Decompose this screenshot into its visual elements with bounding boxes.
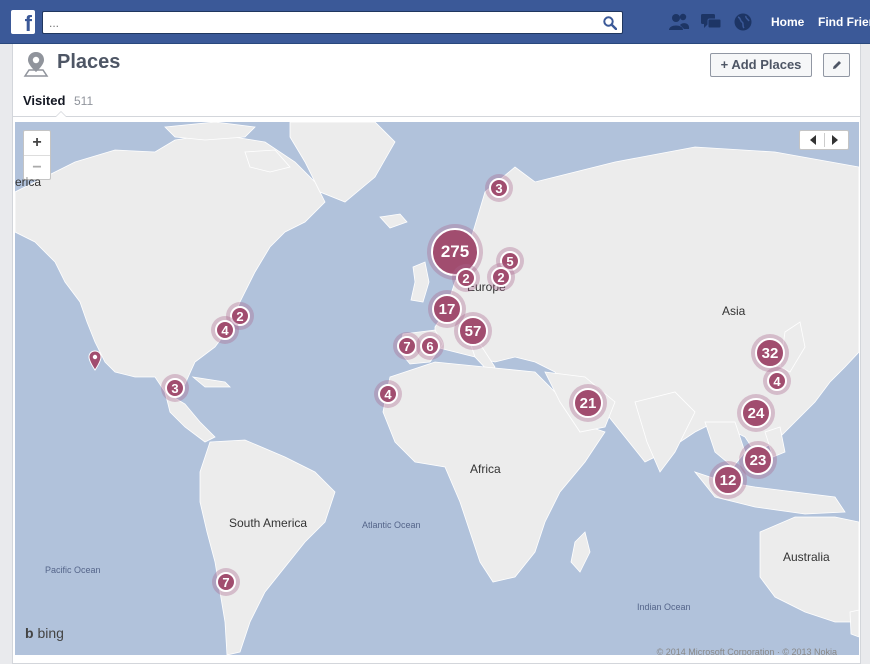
map-cluster[interactable]: 4 [374, 380, 402, 408]
add-places-button[interactable]: + Add Places [710, 53, 812, 77]
active-tab-indicator [55, 111, 67, 117]
label-atlantic-ocean: Atlantic Ocean [362, 520, 421, 530]
label-australia: Australia [783, 550, 830, 564]
label-south-america: South America [229, 516, 308, 530]
pager-divider [824, 133, 825, 147]
map-cluster[interactable]: 7 [212, 568, 240, 596]
bing-icon: b [25, 625, 34, 641]
map-cluster[interactable]: 32 [751, 334, 789, 372]
visited-count: 511 [74, 94, 94, 108]
pencil-icon [832, 61, 841, 69]
zoom-control: + − [23, 130, 51, 180]
top-bar: f Home Find Friends [0, 0, 870, 44]
facebook-logo[interactable]: f [11, 10, 35, 34]
map-cluster[interactable]: 4 [211, 316, 239, 344]
bing-logo: b bing [25, 625, 64, 641]
map-cluster[interactable]: 3 [485, 174, 513, 202]
map-cluster[interactable]: 3 [161, 374, 189, 402]
map-cluster[interactable]: 57 [454, 312, 492, 350]
bing-label: bing [37, 625, 64, 641]
search-box[interactable] [42, 11, 623, 34]
map-cluster[interactable]: 2 [487, 263, 515, 291]
map-cluster[interactable]: 4 [763, 367, 791, 395]
home-link[interactable]: Home [771, 15, 804, 29]
label-africa: Africa [470, 462, 501, 476]
messages-icon[interactable] [700, 12, 722, 32]
map-cluster[interactable]: 2 [452, 264, 480, 292]
map-copyright: © 2014 Microsoft Corporation · © 2013 No… [656, 647, 837, 655]
map-pager [799, 130, 849, 150]
search-input[interactable] [49, 15, 589, 31]
label-asia: Asia [722, 304, 746, 318]
zoom-in-button[interactable]: + [24, 131, 50, 155]
find-friends-link[interactable]: Find Friends [818, 15, 870, 29]
map-land [15, 122, 859, 655]
places-panel: Places + Add Places Visited 511 + − eric… [12, 44, 861, 664]
location-pin-icon[interactable] [88, 350, 102, 372]
chevron-right-icon[interactable] [832, 135, 838, 145]
search-icon[interactable] [603, 16, 617, 30]
friends-icon[interactable] [668, 12, 690, 32]
map-pin-icon [23, 52, 49, 77]
page-title: Places [57, 51, 121, 73]
chevron-left-icon[interactable] [810, 135, 816, 145]
tab-bar: Visited 511 [13, 90, 860, 117]
map-cluster[interactable]: 12 [709, 461, 747, 499]
map-cluster[interactable]: 21 [569, 384, 607, 422]
map-cluster[interactable]: 6 [416, 332, 444, 360]
map-cluster[interactable]: 24 [737, 394, 775, 432]
tab-visited[interactable]: Visited [23, 93, 65, 108]
label-indian-ocean: Indian Ocean [637, 602, 691, 612]
globe-icon[interactable] [732, 12, 754, 32]
label-pacific-ocean: Pacific Ocean [45, 565, 101, 575]
edit-button[interactable] [823, 53, 850, 77]
world-map[interactable]: + − erica Europe Asia Africa South Ameri… [15, 122, 859, 655]
label-north-america: erica [15, 175, 42, 189]
